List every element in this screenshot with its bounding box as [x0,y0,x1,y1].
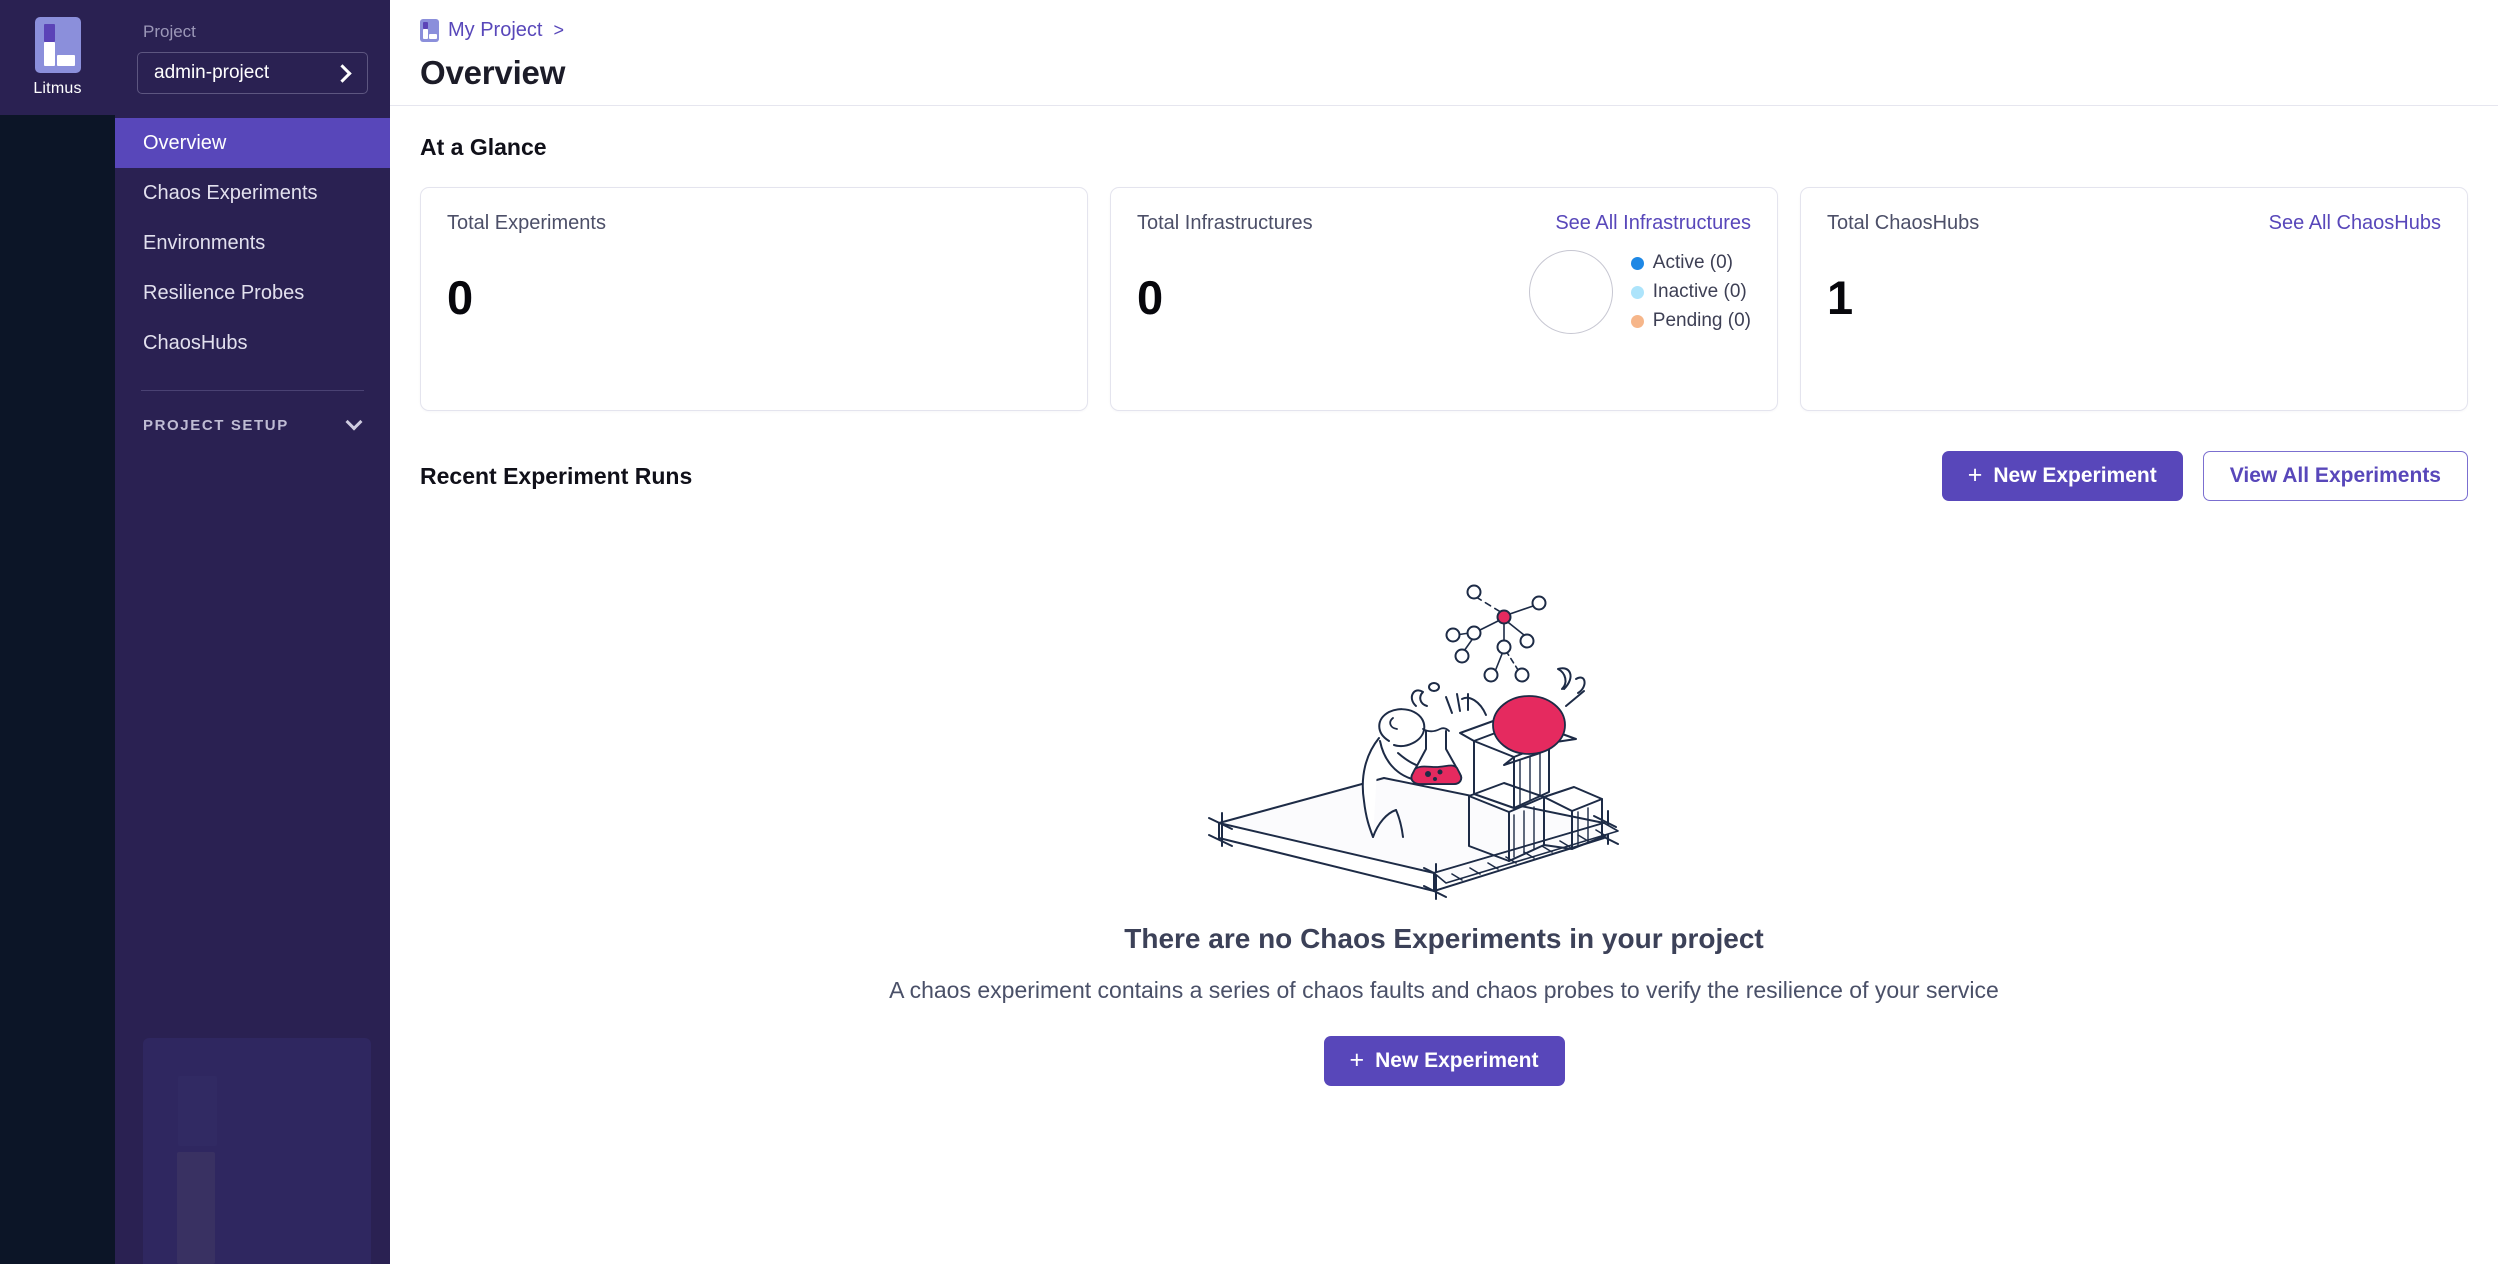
legend-label: Active (0) [1653,252,1733,274]
card-value: 0 [447,270,473,325]
sidebar-section-project-setup[interactable]: PROJECT SETUP [115,399,390,451]
chevron-down-icon [346,414,363,431]
project-setup-label: PROJECT SETUP [143,417,289,434]
see-all-infrastructures-link[interactable]: See All Infrastructures [1555,212,1751,235]
see-all-chaoshubs-link[interactable]: See All ChaosHubs [2269,212,2441,235]
plus-icon: + [1350,1048,1365,1073]
recent-runs-title: Recent Experiment Runs [420,463,692,490]
new-experiment-button-label: New Experiment [1993,464,2156,488]
project-selector-value: admin-project [154,62,269,84]
sidebar-top: Project admin-project [115,0,390,94]
sidebar-divider [141,390,364,391]
recent-runs-bar: Recent Experiment Runs + New Experiment … [420,451,2468,501]
view-all-experiments-button-label: View All Experiments [2230,464,2441,488]
sidebar-footer-placeholder [143,1038,371,1264]
litmus-logo-icon [35,17,81,73]
card-header: Total Infrastructures See All Infrastruc… [1137,212,1751,235]
donut-chart [1529,250,1613,334]
sidebar-item-overview[interactable]: Overview [115,118,390,168]
plus-icon: + [1968,463,1983,488]
content: At a Glance Total Experiments 0 Total In… [390,106,2498,501]
infrastructure-status-chart: Active (0) Inactive (0) Pending (0) [1529,250,1751,334]
app-root: Litmus Project admin-project Overview Ch… [0,0,2498,1264]
brand-block[interactable]: Litmus [0,0,115,115]
sidebar-nav: Overview Chaos Experiments Environments … [115,118,390,368]
card-label: Total ChaosHubs [1827,212,1979,235]
legend-item-pending: Pending (0) [1631,310,1751,332]
project-label: Project [137,22,368,42]
card-label: Total Experiments [447,212,606,235]
empty-state-new-experiment-button[interactable]: + New Experiment [1324,1036,1565,1086]
placeholder-bar-b [177,1152,215,1264]
empty-state-cta-label: New Experiment [1375,1049,1538,1073]
status-dot-pending [1631,315,1644,328]
page-title: Overview [420,54,2498,92]
sidebar-item-label: ChaosHubs [143,332,248,355]
card-value: 0 [1137,270,1163,325]
chevron-right-icon: > [553,20,564,41]
legend-label: Inactive (0) [1653,281,1747,303]
sidebar-item-environments[interactable]: Environments [115,218,390,268]
chart-legend: Active (0) Inactive (0) Pending (0) [1631,252,1751,332]
chaos-scientist-illustration [1184,561,1704,911]
legend-item-active: Active (0) [1631,252,1751,274]
view-all-experiments-button[interactable]: View All Experiments [2203,451,2468,501]
brand-label: Litmus [33,80,81,98]
status-dot-active [1631,257,1644,270]
sidebar-item-label: Environments [143,232,265,255]
sidebar-item-chaoshubs[interactable]: ChaosHubs [115,318,390,368]
recent-runs-actions: + New Experiment View All Experiments [1942,451,2468,501]
breadcrumb-link-my-project[interactable]: My Project [448,19,542,42]
card-total-chaoshubs: Total ChaosHubs See All ChaosHubs 1 [1800,187,2468,411]
chevron-right-icon [333,64,351,82]
sidebar-item-label: Overview [143,132,226,155]
card-total-experiments: Total Experiments 0 [420,187,1088,411]
card-total-infrastructures: Total Infrastructures See All Infrastruc… [1110,187,1778,411]
main-area: My Project > Overview At a Glance Total … [390,0,2498,1264]
breadcrumb: My Project > [420,16,2498,44]
sidebar-item-resilience-probes[interactable]: Resilience Probes [115,268,390,318]
card-value: 1 [1827,270,1853,325]
new-experiment-button[interactable]: + New Experiment [1942,451,2183,501]
left-rail: Litmus [0,0,115,1264]
legend-item-inactive: Inactive (0) [1631,281,1751,303]
empty-state-title: There are no Chaos Experiments in your p… [1124,923,1764,955]
empty-state-action: + New Experiment [1324,1036,1565,1086]
sidebar-item-chaos-experiments[interactable]: Chaos Experiments [115,168,390,218]
stat-cards: Total Experiments 0 Total Infrastructure… [420,187,2468,411]
sidebar-item-label: Chaos Experiments [143,182,318,205]
empty-state-description: A chaos experiment contains a series of … [889,977,1999,1004]
placeholder-bar-a [178,1076,217,1146]
card-header: Total Experiments [447,212,1061,235]
project-icon [420,19,439,42]
legend-label: Pending (0) [1653,310,1751,332]
card-header: Total ChaosHubs See All ChaosHubs [1827,212,2441,235]
at-a-glance-title: At a Glance [420,134,2468,161]
empty-state: There are no Chaos Experiments in your p… [390,501,2498,1264]
page-header: My Project > Overview [390,0,2498,105]
project-selector[interactable]: admin-project [137,52,368,94]
sidebar-item-label: Resilience Probes [143,282,304,305]
card-label: Total Infrastructures [1137,212,1313,235]
sidebar: Project admin-project Overview Chaos Exp… [115,0,390,1264]
status-dot-inactive [1631,286,1644,299]
